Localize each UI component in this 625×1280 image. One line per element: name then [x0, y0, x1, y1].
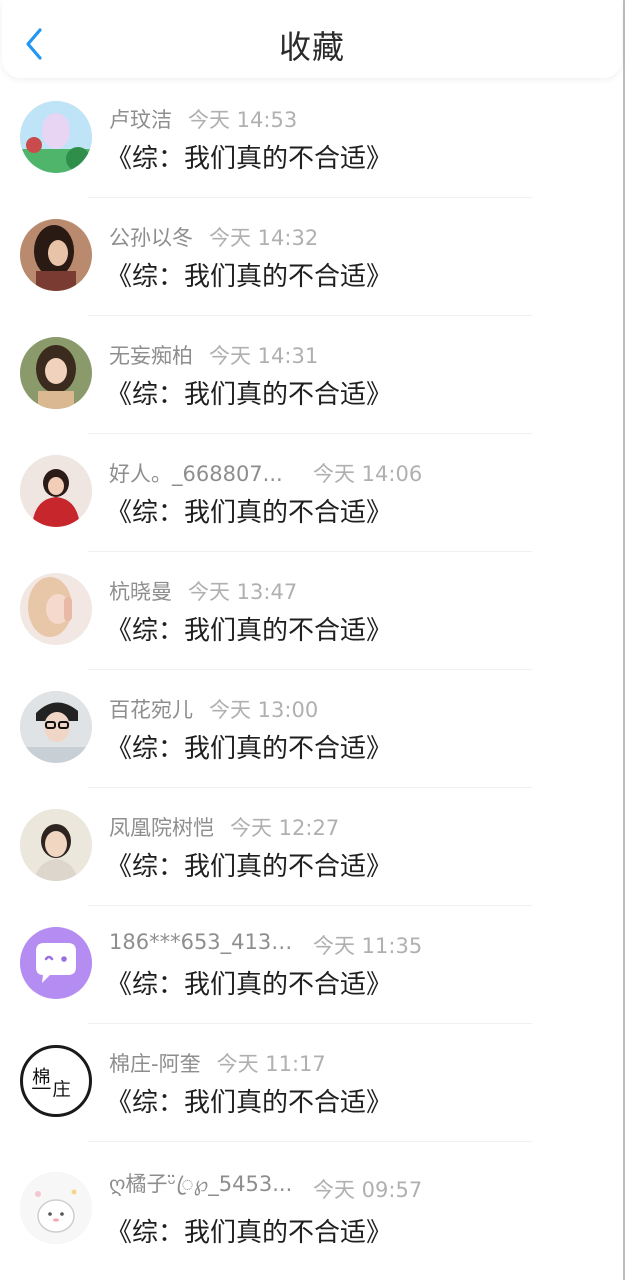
item-meta: 好人。_668807... 今天 14:06 — [109, 458, 422, 488]
top-bar: 收藏 — [2, 0, 622, 78]
list-item[interactable]: 百花宛儿 今天 13:00 《综：我们真的不合适》 — [0, 670, 622, 788]
timestamp: 今天 14:32 — [209, 226, 319, 250]
user-name[interactable]: 棉庄-阿奎 — [109, 1048, 201, 1078]
chat-bubble-icon — [20, 927, 92, 999]
book-title[interactable]: 《综：我们真的不合适》 — [106, 1212, 392, 1249]
avatar-image — [20, 573, 92, 645]
timestamp: 今天 12:27 — [230, 816, 340, 840]
list-item[interactable]: 186***653_4133... 今天 11:35 《综：我们真的不合适》 — [0, 906, 622, 1024]
svg-text:棉: 棉 — [32, 1067, 50, 1088]
book-title[interactable]: 《综：我们真的不合适》 — [106, 374, 392, 411]
item-meta: 公孙以冬 今天 14:32 — [109, 222, 318, 252]
book-title[interactable]: 《综：我们真的不合适》 — [106, 610, 392, 647]
book-title[interactable]: 《综：我们真的不合适》 — [106, 728, 392, 765]
item-meta: 无妄痴柏 今天 14:31 — [109, 340, 318, 370]
user-name[interactable]: ღ橘子ᵕ̈ꦿ℘_5453... — [109, 1168, 297, 1211]
user-name[interactable]: 百花宛儿 — [109, 694, 193, 724]
list-item[interactable]: ღ橘子ᵕ̈ꦿ℘_5453... 今天 09:57 《综：我们真的不合适》 — [0, 1142, 622, 1280]
user-name[interactable]: 好人。_668807... — [109, 458, 297, 488]
avatar[interactable]: 棉 庄 — [20, 1045, 92, 1117]
book-title[interactable]: 《综：我们真的不合适》 — [106, 256, 392, 293]
book-title[interactable]: 《综：我们真的不合适》 — [106, 138, 392, 175]
item-meta: 棉庄-阿奎 今天 11:17 — [109, 1048, 326, 1078]
list-item[interactable]: 公孙以冬 今天 14:32 《综：我们真的不合适》 — [0, 198, 622, 316]
user-name[interactable]: 杭晓曼 — [109, 576, 172, 606]
avatar-image — [20, 101, 92, 173]
favorites-list: 卢玟洁 今天 14:53 《综：我们真的不合适》 公孙以冬 今天 14:32 《综：… — [0, 80, 622, 1280]
favorites-screen: 收藏 卢玟洁 今天 14:53 《综：我们真的不合适》 公孙以冬 今天 14:3… — [0, 0, 625, 1280]
user-name[interactable]: 公孙以冬 — [109, 222, 193, 252]
book-title[interactable]: 《综：我们真的不合适》 — [106, 846, 392, 883]
list-item[interactable]: 凤凰院树恺 今天 12:27 《综：我们真的不合适》 — [0, 788, 622, 906]
user-name[interactable]: 无妄痴柏 — [109, 340, 193, 370]
item-meta: 杭晓曼 今天 13:47 — [109, 576, 297, 606]
list-item[interactable]: 好人。_668807... 今天 14:06 《综：我们真的不合适》 — [0, 434, 622, 552]
avatar[interactable] — [20, 1172, 92, 1244]
svg-text:庄: 庄 — [52, 1080, 70, 1101]
timestamp: 今天 11:17 — [216, 1052, 326, 1076]
user-name[interactable]: 凤凰院树恺 — [109, 812, 214, 842]
timestamp: 今天 14:31 — [209, 344, 319, 368]
item-meta: ღ橘子ᵕ̈ꦿ℘_5453... 今天 09:57 — [109, 1168, 422, 1202]
avatar-image — [20, 1172, 92, 1244]
timestamp: 今天 11:35 — [313, 934, 423, 958]
avatar-image — [20, 455, 92, 527]
item-meta: 凤凰院树恺 今天 12:27 — [109, 812, 339, 842]
avatar[interactable] — [20, 101, 92, 173]
timestamp: 今天 13:47 — [188, 580, 298, 604]
avatar-image — [20, 809, 92, 881]
avatar[interactable] — [20, 455, 92, 527]
book-title[interactable]: 《综：我们真的不合适》 — [106, 492, 392, 529]
item-meta: 186***653_4133... 今天 11:35 — [109, 930, 422, 960]
book-title[interactable]: 《综：我们真的不合适》 — [106, 1082, 392, 1119]
avatar[interactable] — [20, 219, 92, 291]
avatar[interactable] — [20, 927, 92, 999]
page-title: 收藏 — [278, 28, 345, 66]
list-item[interactable]: 无妄痴柏 今天 14:31 《综：我们真的不合适》 — [0, 316, 622, 434]
avatar-image — [20, 691, 92, 763]
timestamp: 今天 13:00 — [209, 698, 319, 722]
timestamp: 今天 09:57 — [313, 1178, 423, 1202]
list-item[interactable]: 杭晓曼 今天 13:47 《综：我们真的不合适》 — [0, 552, 622, 670]
list-item[interactable]: 棉 庄 棉庄-阿奎 今天 11:17 《综：我们真的不合适》 — [0, 1024, 622, 1142]
avatar-logo: 棉 庄 — [32, 1067, 71, 1101]
list-item[interactable]: 卢玟洁 今天 14:53 《综：我们真的不合适》 — [0, 80, 622, 198]
user-name[interactable]: 卢玟洁 — [109, 104, 172, 134]
avatar-image — [20, 337, 92, 409]
timestamp: 今天 14:53 — [188, 108, 298, 132]
item-meta: 百花宛儿 今天 13:00 — [109, 694, 318, 724]
item-meta: 卢玟洁 今天 14:53 — [109, 104, 297, 134]
user-name[interactable]: 186***653_4133... — [109, 930, 297, 954]
book-title[interactable]: 《综：我们真的不合适》 — [106, 964, 392, 1001]
avatar-image — [20, 219, 92, 291]
avatar[interactable] — [20, 573, 92, 645]
avatar[interactable] — [20, 337, 92, 409]
avatar[interactable] — [20, 809, 92, 881]
avatar[interactable] — [20, 691, 92, 763]
timestamp: 今天 14:06 — [313, 462, 423, 486]
